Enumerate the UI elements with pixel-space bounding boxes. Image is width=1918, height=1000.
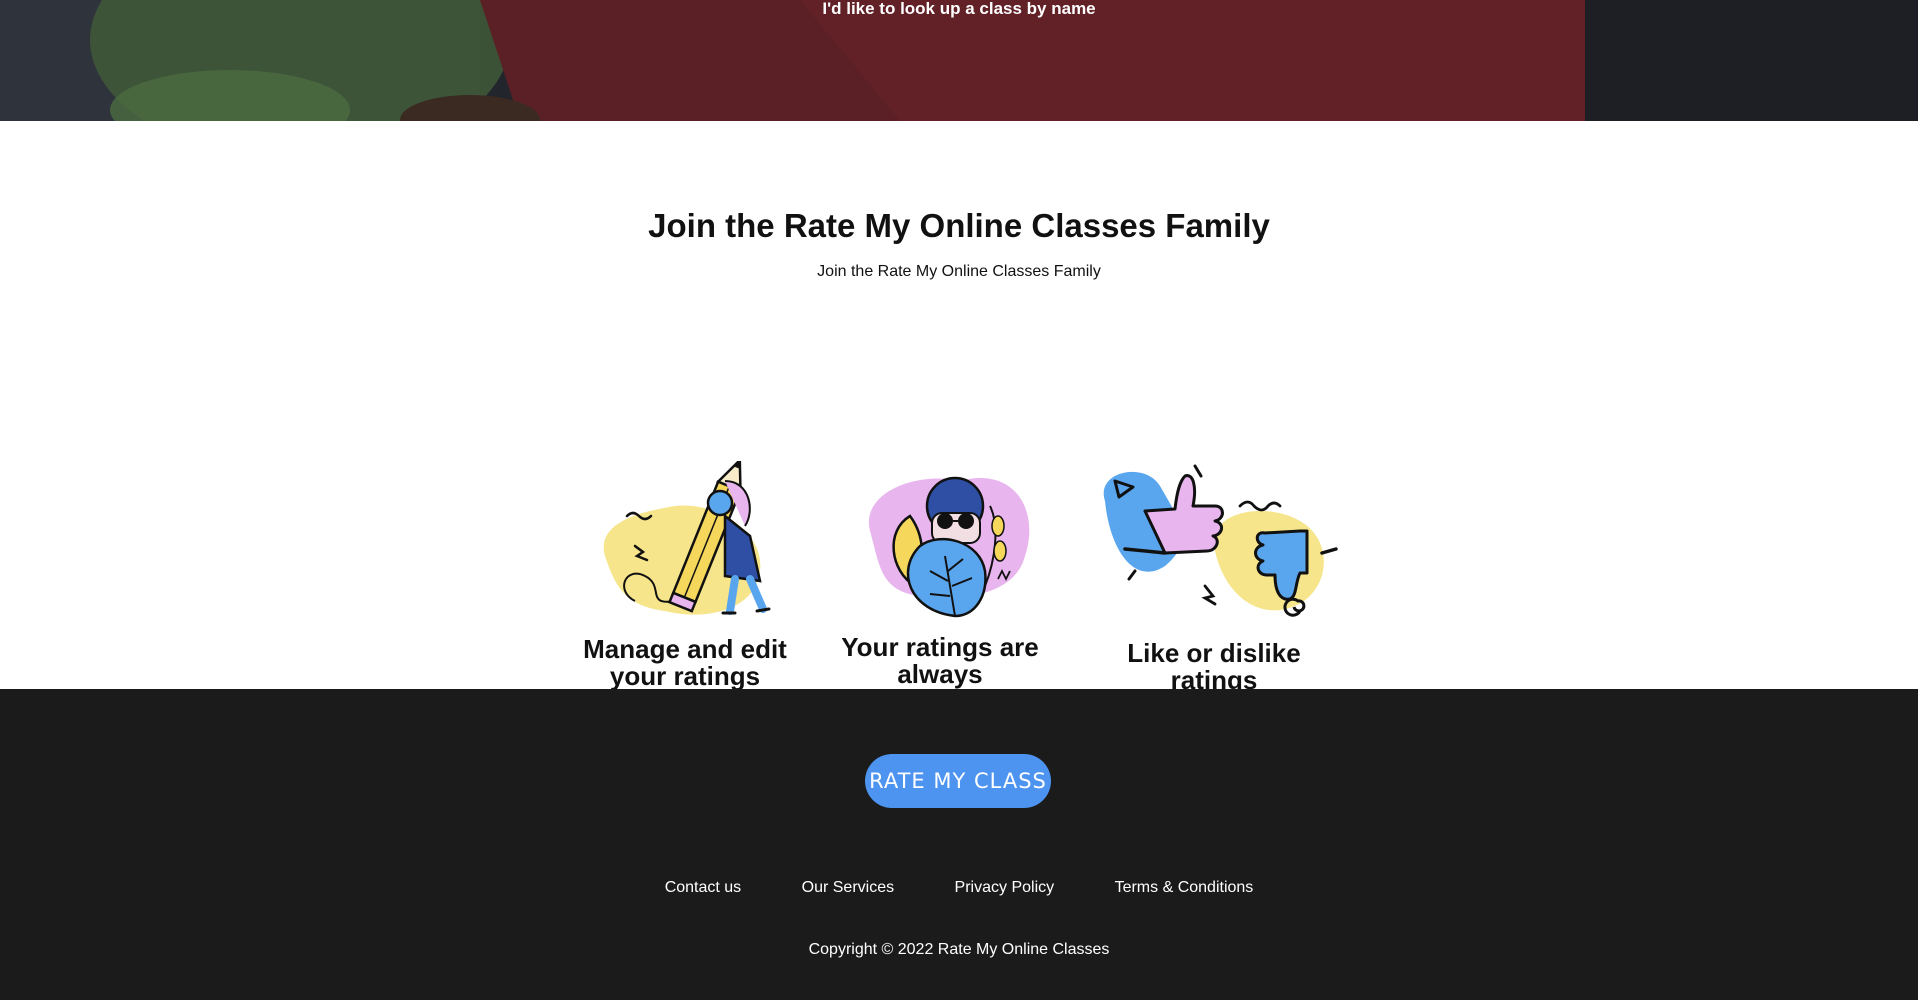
footer-link-services[interactable]: Our Services	[802, 879, 894, 896]
anonymous-person-icon	[868, 476, 1030, 618]
join-section: Join the Rate My Online Classes Family J…	[0, 121, 1918, 715]
feature-caption: Like or dislike ratings	[1127, 638, 1301, 695]
join-title: Join the Rate My Online Classes Family	[648, 207, 1270, 244]
footer-link-privacy[interactable]: Privacy Policy	[955, 879, 1055, 896]
hero-banner: I'd like to look up a class by name	[0, 0, 1918, 121]
feature-caption: Manage and edit your ratings	[583, 634, 787, 691]
footer-nav: Contact us Our Services Privacy Policy T…	[0, 879, 1918, 897]
hero-search-prompt[interactable]: I'd like to look up a class by name	[0, 0, 1918, 19]
feature-manage-ratings: Manage and edit your ratings	[570, 457, 800, 691]
copyright-text: Copyright © 2022 Rate My Online Classes	[808, 941, 1110, 958]
footer-link-contact[interactable]: Contact us	[665, 879, 741, 896]
join-subtitle: Join the Rate My Online Classes Family	[817, 263, 1101, 280]
footer-link-terms[interactable]: Terms & Conditions	[1115, 879, 1254, 896]
thumbs-up-down-icon	[1103, 464, 1338, 617]
site-footer: RATE MY CLASS Contact us Our Services Pr…	[0, 689, 1918, 1000]
rate-my-class-button[interactable]: RATE MY CLASS	[865, 754, 1051, 808]
feature-like-dislike: Like or dislike ratings	[1085, 461, 1343, 694]
pencil-person-icon	[603, 457, 771, 615]
feature-anonymous-ratings: Your ratings are always anonymous	[830, 461, 1050, 715]
